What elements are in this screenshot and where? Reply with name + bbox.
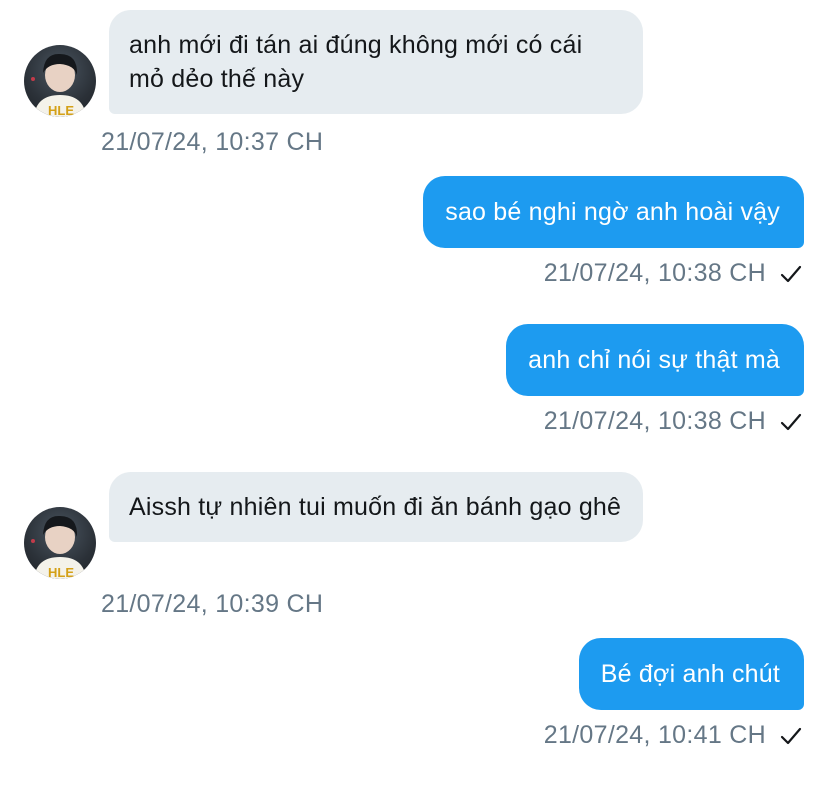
message-bubble-outgoing[interactable]: anh chỉ nói sự thật mà bbox=[506, 324, 804, 396]
message-text: Aissh tự nhiên tui muốn đi ăn bánh gạo g… bbox=[129, 493, 622, 521]
message-bubble-outgoing[interactable]: Bé đợi anh chút bbox=[578, 638, 804, 710]
message-timestamp: 21/07/24, 10:41 CH bbox=[543, 721, 766, 749]
message-bubble-outgoing[interactable]: sao bé nghi ngờ anh hoài vậy bbox=[423, 176, 804, 248]
message-timestamp: 21/07/24, 10:38 CH bbox=[543, 407, 766, 435]
message-text: sao bé nghi ngờ anh hoài vậy bbox=[445, 198, 780, 226]
message-meta: 21/07/24, 10:38 CH bbox=[544, 259, 804, 288]
checkmark-icon bbox=[780, 727, 802, 744]
message-text: anh mới đi tán ai đúng không mới có cái … bbox=[129, 31, 583, 93]
message-text: anh chỉ nói sự thật mà bbox=[528, 346, 780, 374]
checkmark-icon bbox=[780, 413, 802, 430]
svg-text:HLE: HLE bbox=[48, 103, 74, 117]
checkmark-icon bbox=[780, 265, 802, 282]
avatar[interactable]: HLE bbox=[24, 507, 96, 579]
message-timestamp: 21/07/24, 10:39 CH bbox=[101, 590, 324, 618]
message-bubble-incoming[interactable]: Aissh tự nhiên tui muốn đi ăn bánh gạo g… bbox=[109, 472, 643, 542]
message-text: Bé đợi anh chút bbox=[600, 660, 780, 688]
message-meta: 21/07/24, 10:38 CH bbox=[544, 407, 804, 436]
avatar[interactable]: HLE bbox=[24, 45, 96, 117]
svg-text:HLE: HLE bbox=[48, 565, 74, 579]
message-bubble-incoming[interactable]: anh mới đi tán ai đúng không mới có cái … bbox=[109, 10, 643, 114]
message-timestamp: 21/07/24, 10:37 CH bbox=[101, 128, 324, 156]
message-meta: 21/07/24, 10:41 CH bbox=[544, 721, 804, 750]
message-timestamp: 21/07/24, 10:38 CH bbox=[543, 259, 766, 287]
